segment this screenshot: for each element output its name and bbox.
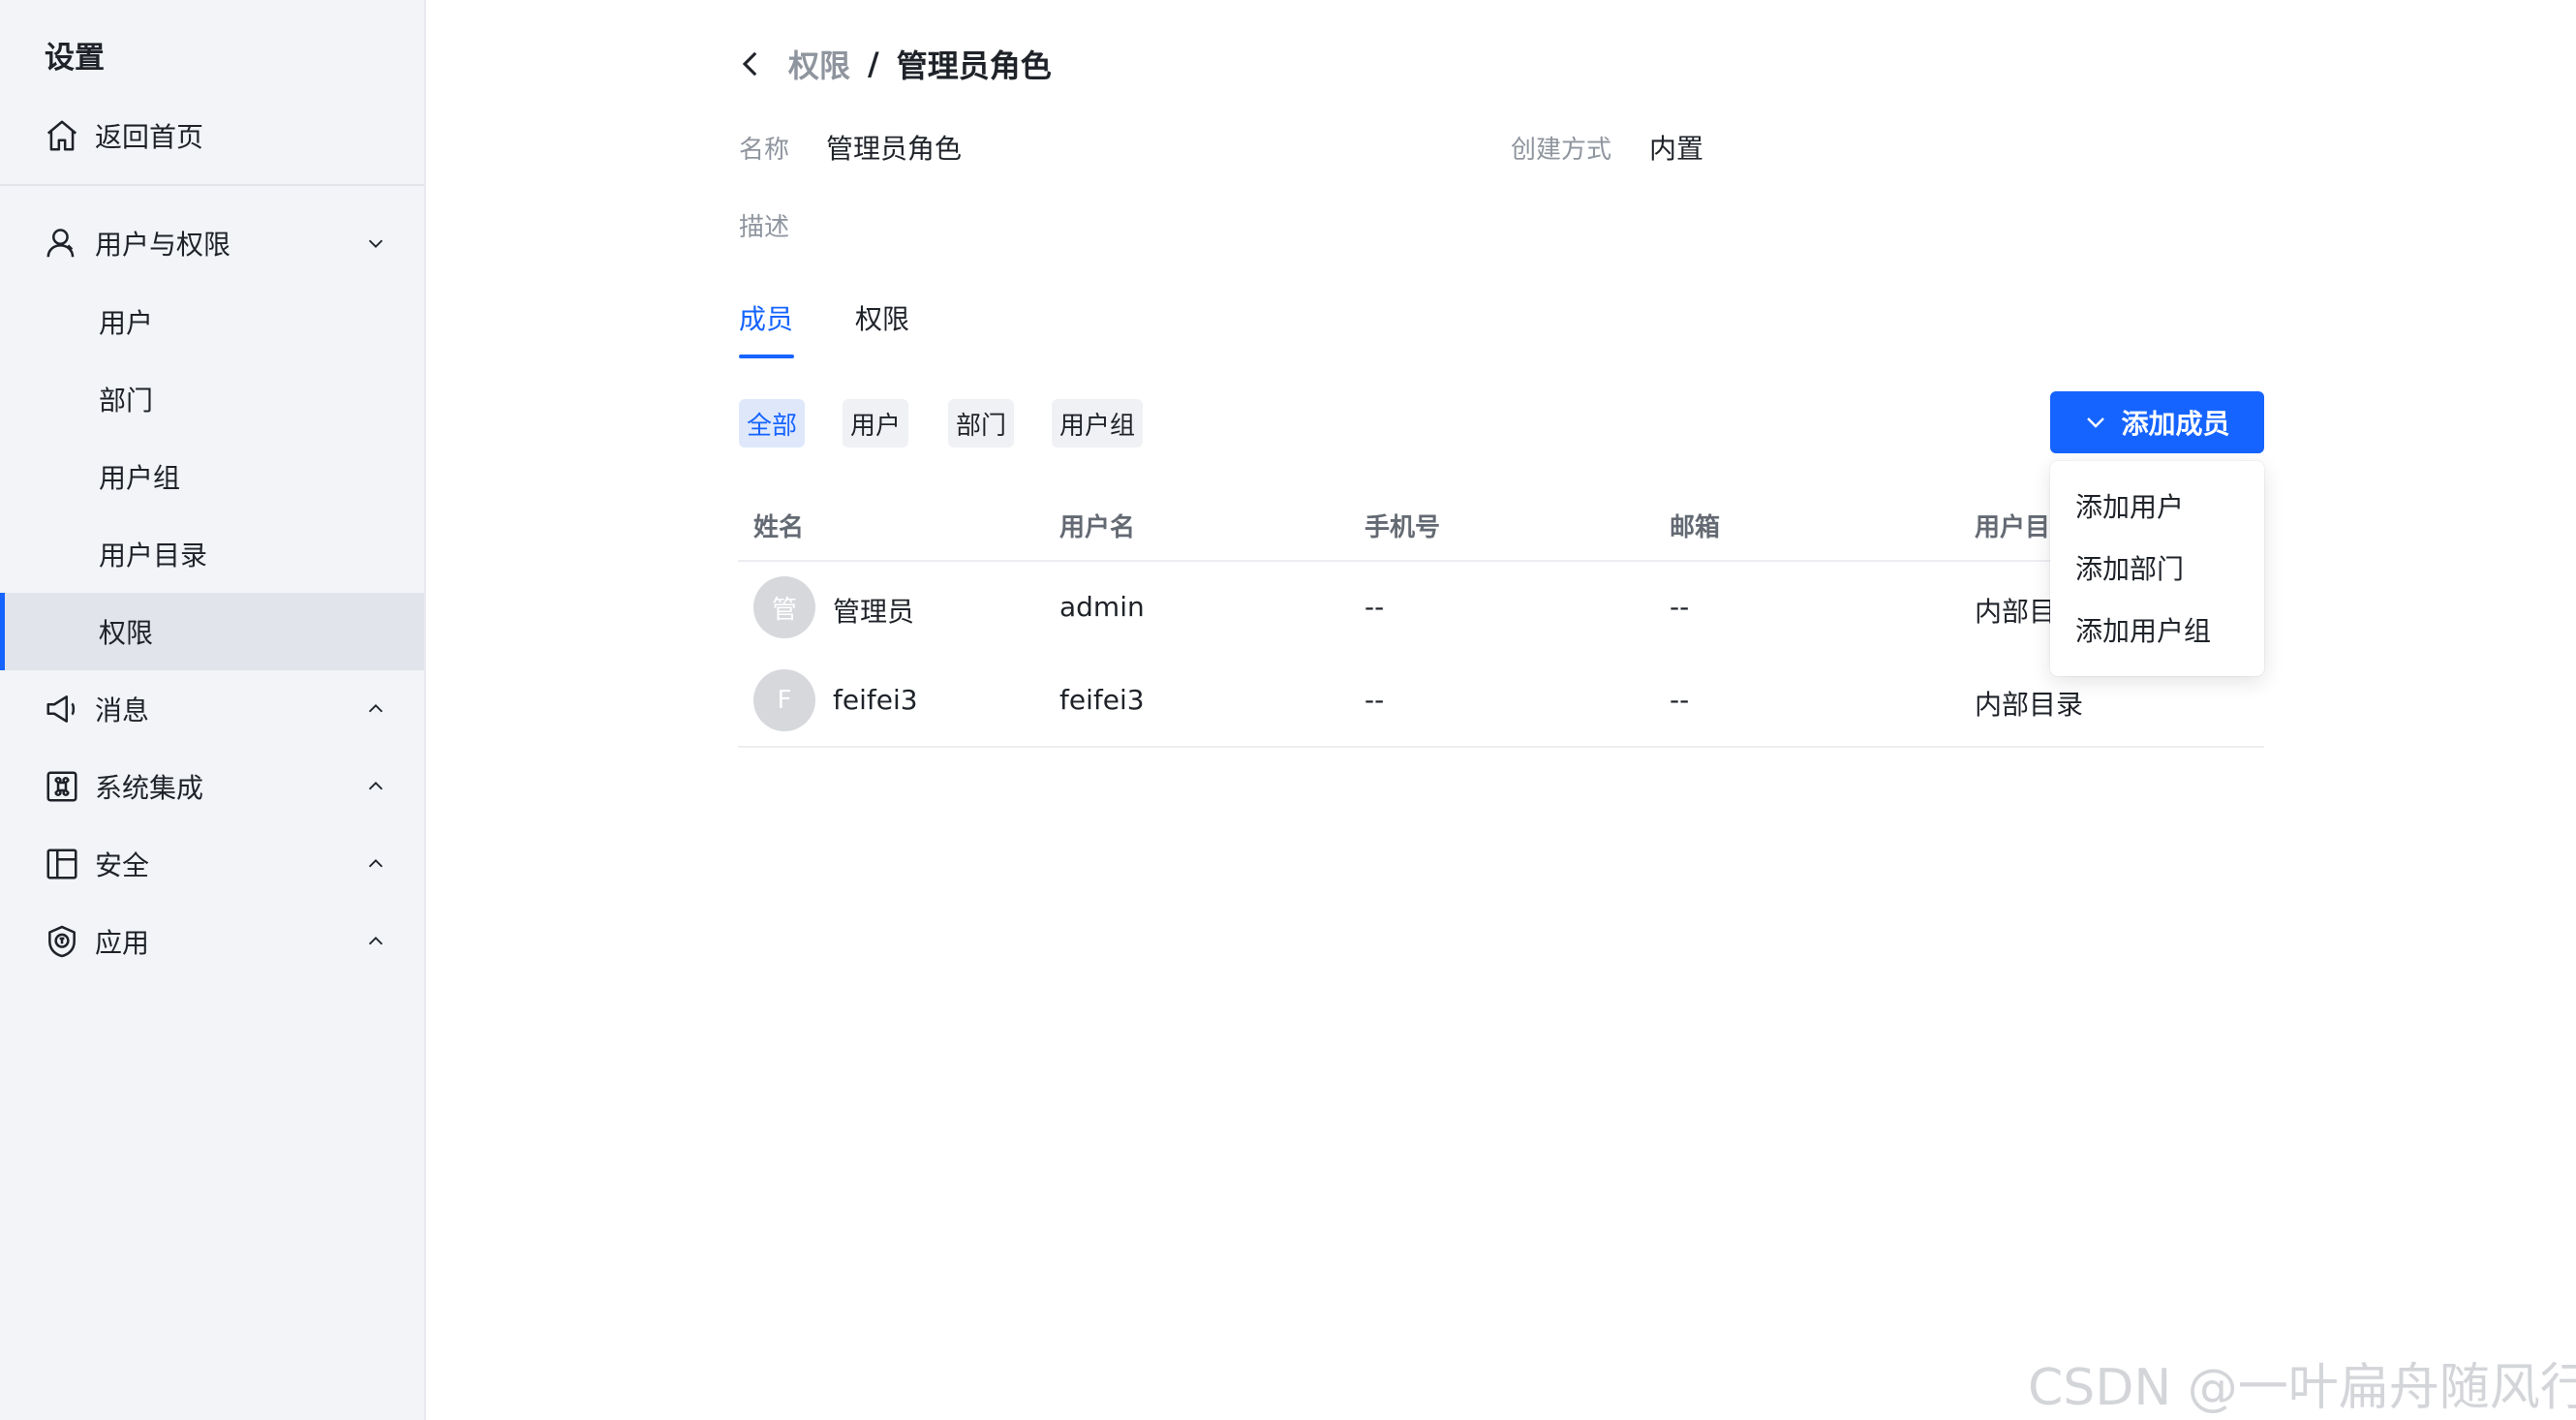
add-members-label: 添加成员 (2121, 408, 2230, 440)
chevron-down-icon (2084, 410, 2109, 435)
sidebar-group-security[interactable]: 安全 (0, 825, 424, 903)
cell-directory: 内部目 (1975, 596, 2057, 628)
menu-item-add-user[interactable]: 添加用户 (2075, 486, 2184, 525)
command-icon (43, 767, 81, 806)
sidebar-divider (0, 184, 424, 186)
cell-directory: 内部目录 (1975, 689, 2084, 721)
chevron-up-icon (364, 852, 387, 876)
page-title: 管理员角色 (896, 47, 1052, 84)
breadcrumb-parent[interactable]: 权限 (788, 42, 850, 86)
home-icon (43, 116, 81, 155)
sidebar-group-messages[interactable]: 消息 (0, 670, 424, 748)
sidebar-group-apps[interactable]: 应用 (0, 903, 424, 980)
name-value: 管理员角色 (826, 133, 963, 165)
cell-name: 管理员 (833, 596, 915, 628)
menu-item-add-department[interactable]: 添加部门 (2075, 548, 2184, 587)
sidebar-item-label: 用户目录 (99, 540, 208, 571)
cell-username: admin (1059, 591, 1145, 623)
add-members-dropdown: 添加用户 添加部门 添加用户组 (2050, 461, 2264, 676)
sidebar-item-label: 权限 (99, 617, 154, 649)
column-header-email: 邮箱 (1670, 513, 1721, 542)
sidebar-title: 设置 (45, 41, 105, 76)
table-header-divider (738, 560, 2264, 562)
column-header-directory: 用户目 (1975, 513, 2051, 542)
tab-permissions[interactable]: 权限 (855, 298, 909, 337)
back-arrow-icon[interactable] (738, 45, 769, 83)
cell-username: feifei3 (1059, 684, 1145, 716)
name-label: 名称 (739, 136, 790, 165)
sidebar-item-departments[interactable]: 部门 (0, 360, 424, 438)
sidebar-item-label: 返回首页 (95, 121, 204, 153)
cell-phone: -- (1365, 591, 1385, 623)
chevron-up-icon (364, 775, 387, 798)
sidebar-group-label: 安全 (95, 849, 150, 881)
breadcrumb: 权限 / 管理员角色 (738, 41, 1052, 87)
shield-cert-icon (43, 922, 81, 961)
layout-icon (43, 845, 81, 883)
chevron-up-icon (364, 930, 387, 953)
filter-departments[interactable]: 部门 (948, 399, 1015, 448)
tab-members[interactable]: 成员 (739, 298, 793, 337)
column-header-username: 用户名 (1059, 513, 1136, 542)
avatar: F (753, 669, 815, 731)
sidebar-item-home[interactable]: 返回首页 (0, 97, 424, 174)
filter-user-groups[interactable]: 用户组 (1052, 399, 1144, 448)
user-icon (43, 224, 81, 262)
creation-method-value: 内置 (1649, 133, 1704, 165)
sidebar-group-label: 系统集成 (95, 772, 204, 804)
chevron-up-icon (364, 697, 387, 721)
table-row-divider (738, 746, 2264, 748)
cell-phone: -- (1365, 684, 1385, 716)
cell-email: -- (1670, 591, 1690, 623)
sidebar-item-user-groups[interactable]: 用户组 (0, 438, 424, 515)
chevron-down-icon (364, 232, 387, 255)
sidebar-item-label: 用户 (99, 307, 154, 339)
megaphone-icon (43, 690, 81, 728)
filter-all[interactable]: 全部 (739, 399, 806, 448)
menu-item-add-user-group[interactable]: 添加用户组 (2075, 610, 2211, 649)
watermark: CSDN @一叶扁舟随风行 (2028, 1359, 2576, 1417)
sidebar-item-label: 用户组 (99, 462, 181, 494)
cell-name: feifei3 (833, 684, 918, 716)
sidebar-item-users[interactable]: 用户 (0, 283, 424, 360)
description-label: 描述 (739, 213, 790, 242)
sidebar-item-user-directory[interactable]: 用户目录 (0, 515, 424, 593)
creation-method-label: 创建方式 (1511, 136, 1612, 165)
cell-email: -- (1670, 684, 1690, 716)
filter-users[interactable]: 用户 (843, 399, 909, 448)
sidebar: 设置 返回首页 用户与权限 用户 部门 用户组 用户目录 权限 消息 系统集成 … (0, 0, 426, 1420)
sidebar-item-permissions[interactable]: 权限 (0, 593, 424, 670)
column-header-phone: 手机号 (1365, 513, 1441, 542)
sidebar-group-label: 用户与权限 (95, 229, 231, 261)
sidebar-item-label: 部门 (99, 385, 154, 417)
avatar: 管 (753, 576, 815, 638)
sidebar-group-integration[interactable]: 系统集成 (0, 748, 424, 825)
sidebar-group-users-permissions[interactable]: 用户与权限 (0, 204, 424, 282)
column-header-name: 姓名 (753, 513, 805, 542)
add-members-button[interactable]: 添加成员 (2050, 391, 2264, 453)
breadcrumb-separator: / (868, 46, 879, 82)
sidebar-group-label: 消息 (95, 695, 150, 726)
tab-active-indicator (739, 355, 794, 358)
sidebar-group-label: 应用 (95, 927, 150, 959)
